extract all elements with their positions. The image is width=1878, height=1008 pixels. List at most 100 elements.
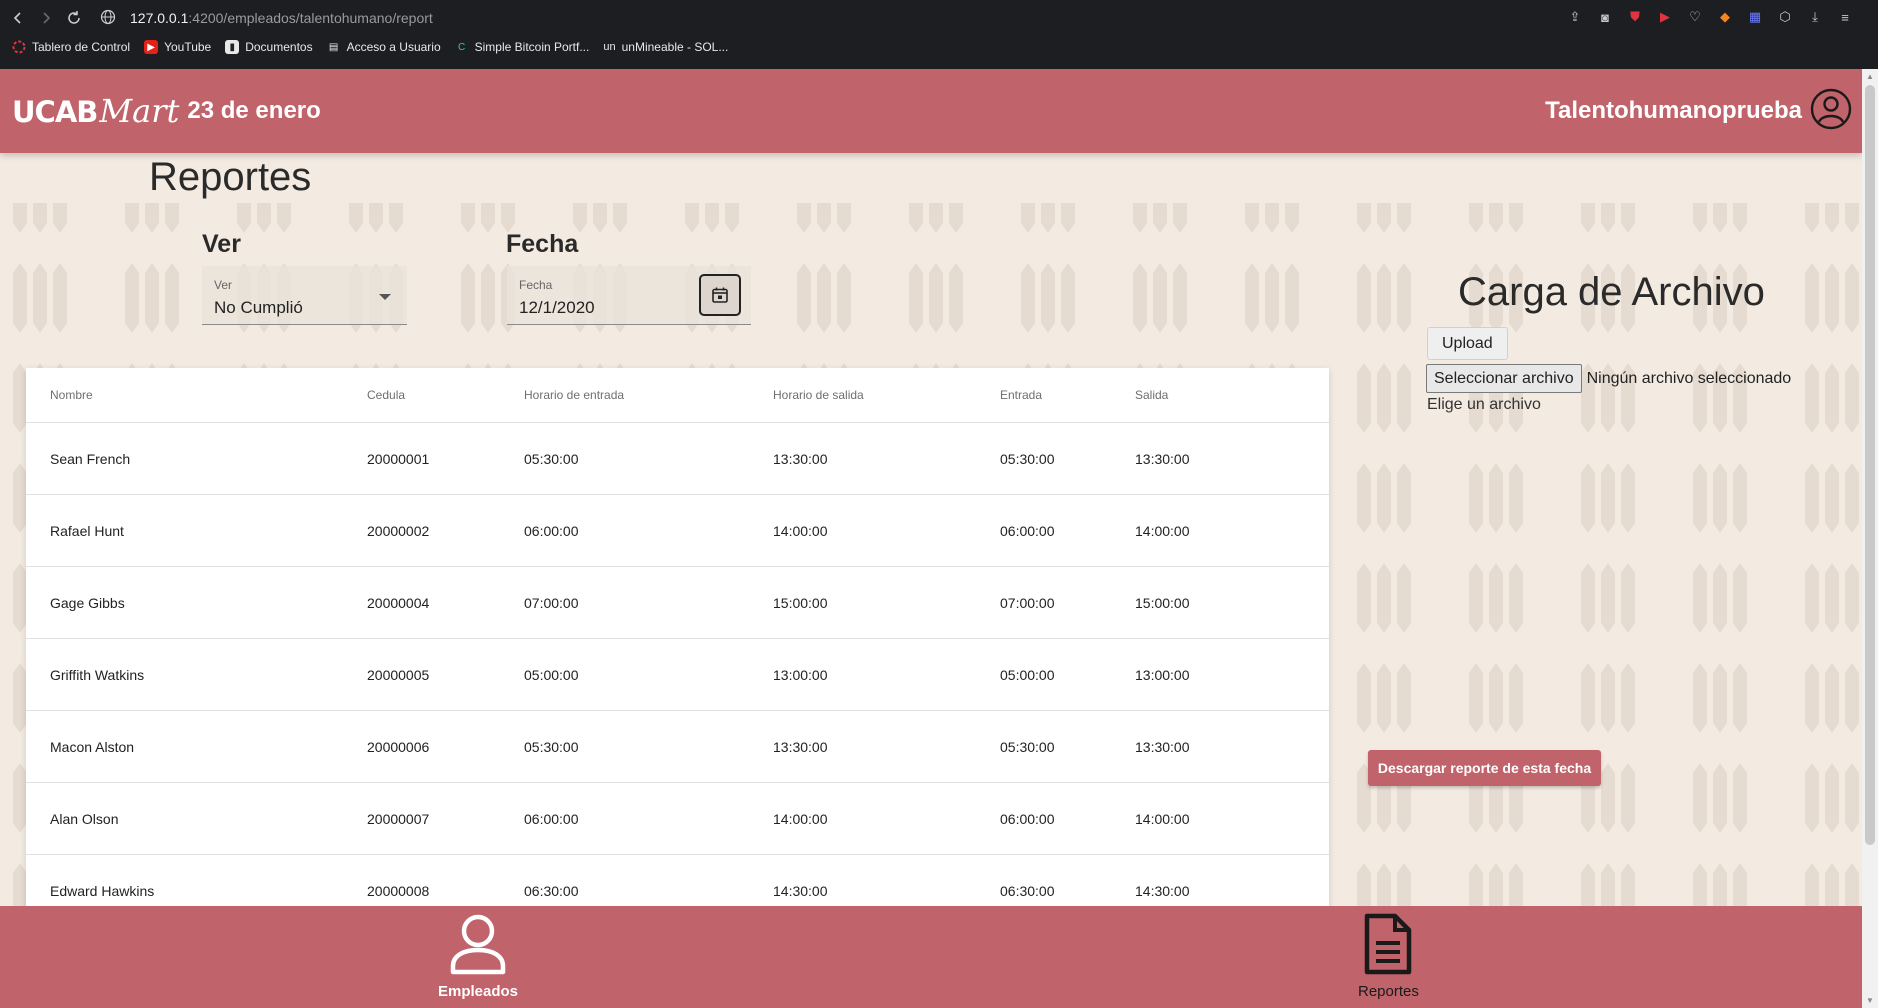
scroll-up-icon[interactable]: ▲ (1866, 72, 1874, 81)
cell-horario-entrada: 05:30:00 (524, 738, 579, 755)
table-row[interactable]: Macon Alston 20000006 05:30:00 13:30:00 … (26, 711, 1329, 783)
ver-select[interactable]: Ver No Cumplió (202, 266, 407, 325)
fecha-heading: Fecha (506, 230, 579, 258)
cell-horario-salida: 14:30:00 (773, 882, 828, 899)
cell-horario-salida: 13:30:00 (773, 738, 828, 755)
un-icon: un (603, 41, 616, 53)
upload-button[interactable]: Upload (1427, 327, 1508, 360)
cell-entrada: 05:30:00 (1000, 450, 1055, 467)
fecha-field-label: Fecha (519, 278, 553, 292)
camera-icon[interactable]: ◙ (1596, 8, 1614, 26)
back-icon[interactable] (4, 4, 32, 32)
table-row[interactable]: Rafael Hunt 20000002 06:00:00 14:00:00 0… (26, 495, 1329, 567)
username: Talentohumanoprueba (1545, 97, 1802, 124)
cell-cedula: 20000005 (367, 666, 430, 683)
cell-salida: 13:30:00 (1135, 738, 1190, 755)
bookmark-label: Documentos (245, 40, 313, 54)
cell-horario-entrada: 06:00:00 (524, 810, 579, 827)
file-status: Ningún archivo seleccionado (1586, 369, 1792, 387)
nav-empleados-label: Empleados (438, 983, 519, 1000)
cell-horario-entrada: 05:00:00 (524, 666, 579, 683)
table-row[interactable]: Gage Gibbs 20000004 07:00:00 15:00:00 07… (26, 567, 1329, 639)
reload-icon[interactable] (60, 4, 88, 32)
cell-cedula: 20000006 (367, 738, 430, 755)
logo-mart-text: Mart (99, 92, 180, 130)
cube-icon[interactable]: ⬡ (1776, 8, 1794, 26)
col-cedula[interactable]: Cedula (367, 368, 405, 422)
menu-icon[interactable]: ≡ (1836, 8, 1854, 26)
download-report-button[interactable]: Descargar reporte de esta fecha (1368, 750, 1601, 786)
col-salida[interactable]: Salida (1135, 368, 1168, 422)
col-horario-salida[interactable]: Horario de salida (773, 368, 864, 422)
col-nombre[interactable]: Nombre (50, 368, 93, 422)
bookmark-label: Tablero de Control (32, 40, 131, 54)
table-row[interactable]: Edward Hawkins 20000008 06:30:00 14:30:0… (26, 855, 1329, 908)
cell-horario-salida: 14:00:00 (773, 810, 828, 827)
cell-entrada: 05:30:00 (1000, 738, 1055, 755)
table-row[interactable]: Sean French 20000001 05:30:00 13:30:00 0… (26, 423, 1329, 495)
report-table: Nombre Cedula Horario de entrada Horario… (26, 368, 1329, 908)
browser-chrome: 127.0.0.1:4200/empleados/talentohumano/r… (0, 0, 1878, 69)
cell-horario-salida: 13:30:00 (773, 450, 828, 467)
nav-empleados[interactable]: Empleados (438, 912, 518, 1000)
scroll-down-icon[interactable]: ▼ (1866, 996, 1874, 1005)
fecha-date-field[interactable]: Fecha 12/1/2020 (507, 266, 751, 325)
cell-horario-salida: 15:00:00 (773, 594, 828, 611)
upload-title: Carga de Archivo (1458, 270, 1765, 314)
cell-horario-entrada: 06:30:00 (524, 882, 579, 899)
shield-icon[interactable]: ⛊ (1626, 8, 1644, 26)
address-bar[interactable]: 127.0.0.1:4200/empleados/talentohumano/r… (100, 9, 433, 28)
cell-cedula: 20000007 (367, 810, 430, 827)
bookmark-youtube[interactable]: ▶ YouTube (144, 40, 211, 54)
send-icon[interactable]: ▶ (1656, 8, 1674, 26)
forward-icon[interactable] (32, 4, 60, 32)
bookmark-tablero[interactable]: Tablero de Control (12, 40, 130, 54)
cell-cedula: 20000001 (367, 450, 430, 467)
bookmark-unmineable[interactable]: un unMineable - SOL... (603, 40, 728, 54)
heart-icon[interactable]: ♡ (1686, 8, 1704, 26)
cell-entrada: 06:00:00 (1000, 522, 1055, 539)
table-header: Nombre Cedula Horario de entrada Horario… (26, 368, 1329, 423)
cell-horario-salida: 14:00:00 (773, 522, 828, 539)
share-icon[interactable]: ⇪ (1566, 8, 1584, 26)
bookmark-label: Simple Bitcoin Portf... (474, 40, 590, 54)
bookmark-label: unMineable - SOL... (621, 40, 729, 54)
bookmark-bitcoin[interactable]: C Simple Bitcoin Portf... (455, 40, 590, 54)
col-entrada[interactable]: Entrada (1000, 368, 1042, 422)
cell-nombre: Griffith Watkins (50, 666, 145, 683)
document-icon (1363, 912, 1413, 981)
cell-horario-entrada: 07:00:00 (524, 594, 579, 611)
url-host: 127.0.0.1 (130, 10, 189, 26)
bookmark-documentos[interactable]: ▮ Documentos (225, 40, 313, 54)
bookmark-acceso[interactable]: ▤ Acceso a Usuario (327, 40, 441, 54)
fox-icon[interactable]: ◆ (1716, 8, 1734, 26)
cell-entrada: 06:30:00 (1000, 882, 1055, 899)
person-icon (448, 912, 508, 981)
cell-cedula: 20000008 (367, 882, 430, 899)
scroll-thumb[interactable] (1865, 85, 1875, 845)
grid-extension-icon[interactable]: ▦ (1746, 8, 1764, 26)
user-menu[interactable]: Talentohumanoprueba (1545, 69, 1852, 153)
calendar-icon[interactable] (699, 274, 741, 316)
bookmark-label: Acceso a Usuario (346, 40, 441, 54)
nav-reportes[interactable]: Reportes (1358, 912, 1419, 1000)
col-horario-entrada[interactable]: Horario de entrada (524, 368, 624, 422)
table-row[interactable]: Griffith Watkins 20000005 05:00:00 13:00… (26, 639, 1329, 711)
page-scrollbar[interactable]: ▲ ▼ (1862, 69, 1878, 1008)
cell-horario-entrada: 05:30:00 (524, 450, 579, 467)
download-icon[interactable]: ⤓ (1806, 8, 1824, 26)
bottom-nav: Empleados Reportes (0, 906, 1862, 1008)
page-title: Reportes (149, 155, 312, 199)
cell-entrada: 06:00:00 (1000, 810, 1055, 827)
ucabmart-logo[interactable]: UCAB Mart (12, 92, 179, 130)
cell-cedula: 20000002 (367, 522, 430, 539)
select-file-button[interactable]: Seleccionar archivo (1426, 364, 1582, 393)
bookmarks-bar: Tablero de Control ▶ YouTube ▮ Documento… (12, 40, 728, 54)
ver-heading: Ver (202, 230, 241, 258)
extensions-toolbar: ⇪ ◙ ⛊ ▶ ♡ ◆ ▦ ⬡ ⤓ ≡ (1566, 8, 1854, 26)
cell-salida: 15:00:00 (1135, 594, 1190, 611)
ver-selected-value: No Cumplió (214, 298, 303, 317)
user-circle-icon[interactable] (1810, 88, 1852, 135)
logo-ucab-text: UCAB (12, 95, 98, 129)
table-row[interactable]: Alan Olson 20000007 06:00:00 14:00:00 06… (26, 783, 1329, 855)
